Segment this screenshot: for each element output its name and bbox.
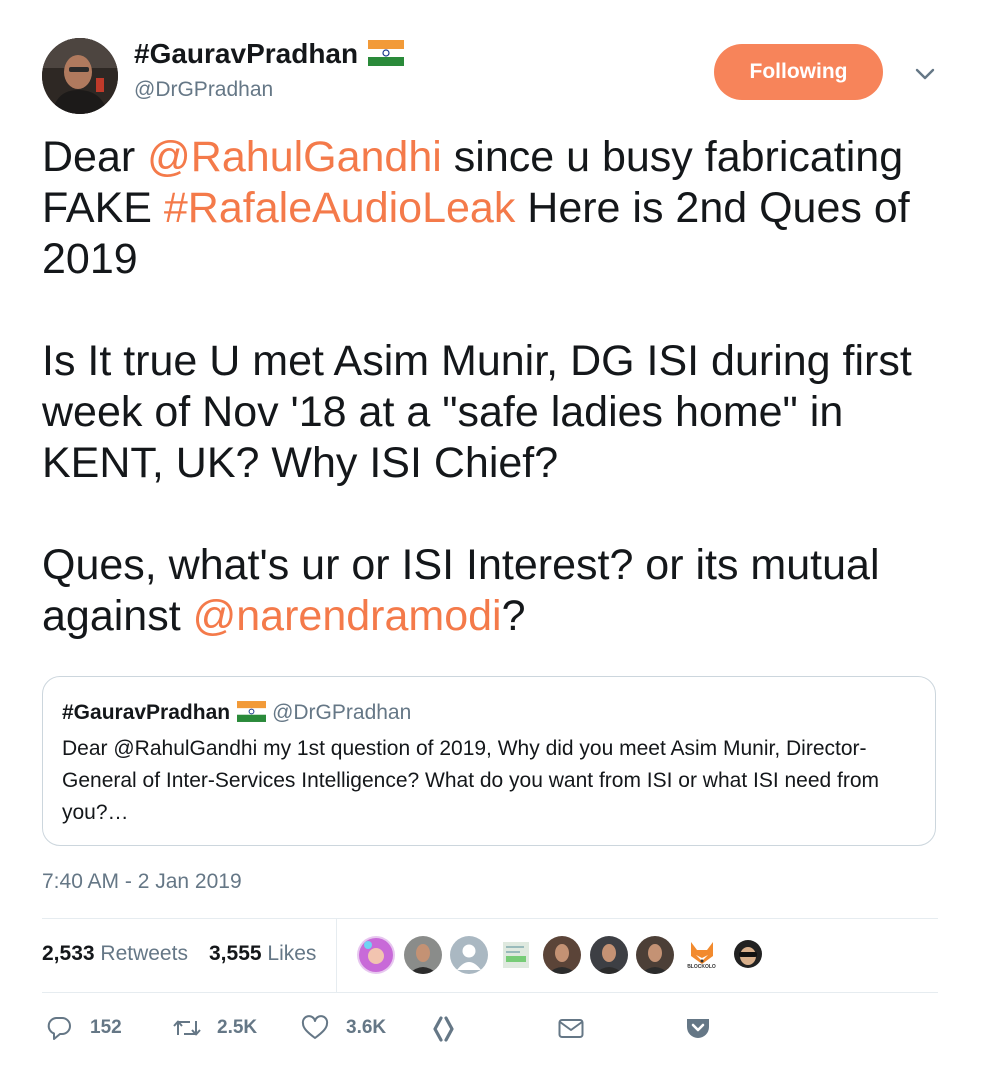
- retweets-count: 2,533: [42, 942, 95, 965]
- divider: [336, 919, 337, 992]
- liker-avatar-9[interactable]: [729, 936, 767, 974]
- pocket-button[interactable]: [685, 1015, 711, 1041]
- moments-button[interactable]: [429, 1015, 457, 1043]
- pocket-icon: [685, 1015, 711, 1041]
- retweet-icon: [172, 1015, 202, 1041]
- tweet-text-segment: ?: [501, 592, 526, 640]
- retweets-label: Retweets: [100, 942, 188, 965]
- liker-avatar-1[interactable]: [357, 936, 395, 974]
- likes-label: Likes: [267, 942, 317, 965]
- likes-count: 3,555: [209, 942, 262, 965]
- retweet-button[interactable]: 2.5K: [172, 1015, 257, 1041]
- chevron-down-icon[interactable]: [912, 62, 938, 86]
- quoted-author-name: #GauravPradhan: [62, 701, 231, 724]
- quoted-tweet-header: #GauravPradhan @DrGPradhan: [62, 701, 411, 725]
- quoted-tweet-text: Dear @RahulGandhi my 1st question of 201…: [62, 737, 880, 824]
- author-name-row[interactable]: #GauravPradhan: [134, 38, 405, 70]
- tweet-paragraph: Is It true U met Asim Munir, DG ISI duri…: [42, 336, 952, 489]
- retweets-stat[interactable]: 2,533 Retweets: [42, 942, 188, 966]
- following-button[interactable]: Following: [714, 44, 883, 100]
- likes-stat[interactable]: 3,555 Likes: [209, 942, 316, 966]
- liker-avatar-6[interactable]: [589, 936, 628, 974]
- divider: [42, 992, 938, 993]
- like-button[interactable]: 3.6K: [301, 1015, 386, 1041]
- moments-icon: [429, 1015, 457, 1043]
- author-name[interactable]: #GauravPradhan: [134, 38, 358, 69]
- retweet-count: 2.5K: [217, 1017, 258, 1038]
- liker-avatar-2[interactable]: [403, 936, 442, 974]
- tweet-paragraph: Ques, what's ur or ISI Interest? or its …: [42, 540, 952, 642]
- direct-message-button[interactable]: [557, 1015, 585, 1041]
- liker-avatar-7[interactable]: [636, 936, 674, 974]
- liker-avatar-5[interactable]: [543, 936, 581, 974]
- reply-count: 152: [90, 1017, 122, 1038]
- india-flag-icon: [368, 40, 405, 66]
- like-count: 3.6K: [346, 1017, 387, 1038]
- divider: [42, 918, 938, 919]
- liker-avatar-default[interactable]: [450, 936, 488, 974]
- reply-button[interactable]: 152: [46, 1015, 122, 1041]
- like-icon: [301, 1015, 329, 1041]
- mention-link[interactable]: @RahulGandhi: [147, 133, 442, 181]
- india-flag-icon: [237, 701, 267, 722]
- liker-caption: BLOCKOLO: [687, 964, 716, 970]
- author-avatar[interactable]: [42, 38, 118, 114]
- liker-avatar-4[interactable]: [496, 936, 535, 974]
- tweet-paragraph: Dear @RahulGandhi since u busy fabricati…: [42, 132, 952, 285]
- tweet-text: Dear @RahulGandhi since u busy fabricati…: [42, 132, 952, 642]
- mention-link[interactable]: @narendramodi: [193, 592, 502, 640]
- quoted-author-handle: @DrGPradhan: [272, 701, 412, 724]
- tweet-text-segment: Dear: [42, 133, 148, 181]
- direct-message-icon: [557, 1015, 585, 1041]
- author-handle[interactable]: @DrGPradhan: [134, 78, 273, 102]
- reply-icon: [46, 1015, 72, 1041]
- liker-avatar-fox[interactable]: BLOCKOLO: [682, 936, 721, 974]
- tweet-text-segment: Is It true U met Asim Munir, DG ISI duri…: [42, 337, 912, 487]
- quoted-tweet[interactable]: #GauravPradhan @DrGPradhan Dear @RahulGa…: [42, 676, 936, 846]
- tweet-timestamp[interactable]: 7:40 AM - 2 Jan 2019: [42, 870, 242, 894]
- hashtag-link[interactable]: #RafaleAudioLeak: [164, 184, 515, 232]
